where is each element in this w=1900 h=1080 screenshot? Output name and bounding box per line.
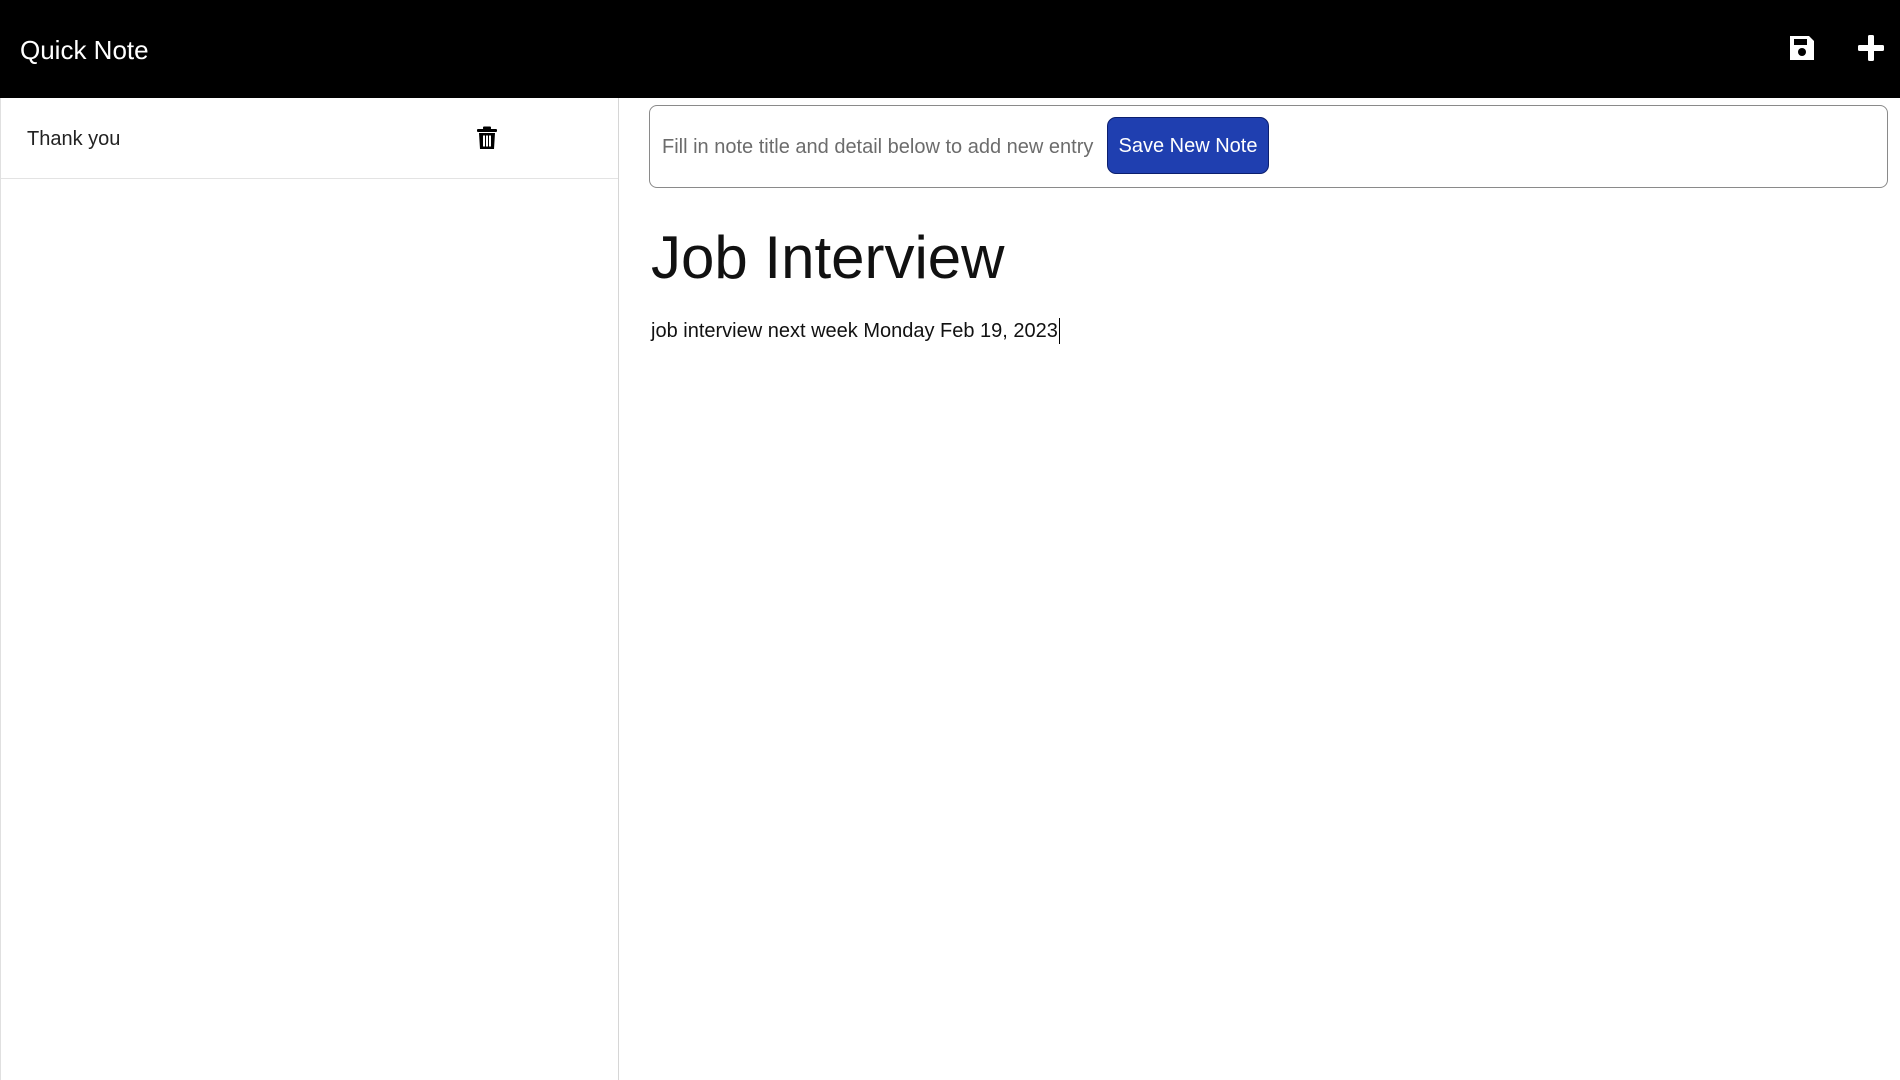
app-title: Quick Note [20,35,149,65]
new-entry-panel: Fill in note title and detail below to a… [649,105,1888,188]
notes-sidebar: Thank you [0,98,619,1080]
note-list-item[interactable]: Thank you [1,98,618,179]
note-list-item-label: Thank you [27,128,121,150]
note-body-text: job interview next week Monday Feb 19, 2… [651,320,1058,342]
save-new-note-button[interactable]: Save New Note [1107,117,1269,174]
note-editor: Fill in note title and detail below to a… [620,98,1900,1080]
save-icon[interactable] [1782,28,1822,68]
new-entry-hint: Fill in note title and detail below to a… [662,136,1094,158]
plus-icon[interactable] [1851,28,1891,68]
trash-icon[interactable] [473,124,501,152]
text-caret [1058,318,1060,344]
note-title[interactable]: Job Interview [651,222,1005,294]
top-bar: Quick Note [0,0,1900,98]
note-body[interactable]: job interview next week Monday Feb 19, 2… [651,318,1060,344]
